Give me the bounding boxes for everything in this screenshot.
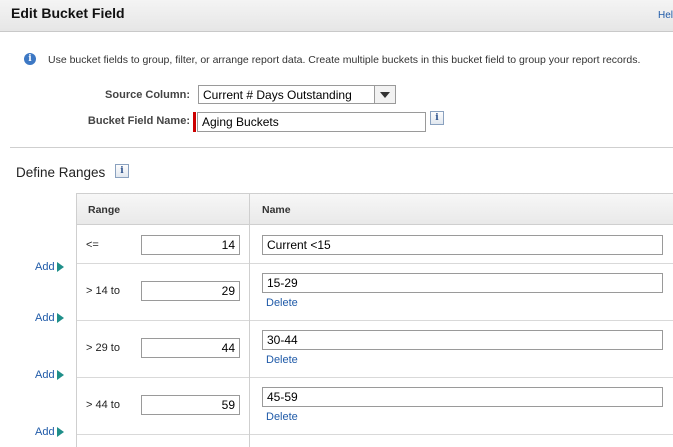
range-value-input[interactable]	[141, 395, 240, 415]
required-indicator	[193, 112, 196, 132]
chevron-down-icon[interactable]	[374, 86, 395, 103]
range-value-input[interactable]	[141, 338, 240, 358]
delete-link[interactable]: Delete	[266, 297, 298, 309]
chevron-right-icon	[57, 427, 64, 437]
info-icon[interactable]: i	[115, 164, 129, 178]
source-column-select[interactable]: Current # Days Outstanding	[198, 85, 396, 104]
range-operator: > 14 to	[86, 285, 120, 297]
add-link[interactable]: Add	[35, 312, 55, 324]
column-divider	[249, 193, 250, 447]
range-name-input[interactable]	[262, 273, 663, 293]
range-value-input[interactable]	[141, 235, 240, 255]
range-operator: > 44 to	[86, 399, 120, 411]
define-ranges-title: Define Ranges	[16, 165, 106, 180]
table-row: > 44 to Delete	[77, 378, 673, 435]
ranges-table: Range Name <= > 14 to Delete > 29 to Del…	[76, 193, 673, 447]
add-link[interactable]: Add	[35, 426, 55, 438]
source-column-value: Current # Days Outstanding	[203, 88, 352, 102]
section-divider	[10, 147, 673, 148]
range-value-input[interactable]	[141, 281, 240, 301]
bucket-field-name-label: Bucket Field Name:	[87, 115, 190, 127]
source-column-label: Source Column:	[105, 89, 190, 101]
info-icon: i	[24, 53, 36, 65]
table-row: > 29 to Delete	[77, 321, 673, 378]
delete-link[interactable]: Delete	[266, 411, 298, 423]
table-row: <=	[77, 225, 673, 264]
add-link[interactable]: Add	[35, 261, 55, 273]
info-icon[interactable]: i	[430, 111, 444, 125]
delete-link[interactable]: Delete	[266, 354, 298, 366]
table-row: > 14 to Delete	[77, 264, 673, 321]
chevron-right-icon	[57, 313, 64, 323]
range-column-header: Range	[88, 204, 121, 216]
help-link[interactable]: Hel	[658, 10, 673, 21]
chevron-right-icon	[57, 262, 64, 272]
bucket-field-name-input[interactable]	[197, 112, 426, 132]
name-column-header: Name	[262, 204, 291, 216]
range-operator: <=	[86, 239, 99, 251]
table-header: Range Name	[77, 193, 673, 225]
info-message: Use bucket fields to group, filter, or a…	[48, 54, 641, 66]
range-name-input[interactable]	[262, 387, 663, 407]
page-title: Edit Bucket Field	[11, 5, 125, 21]
chevron-right-icon	[57, 370, 64, 380]
range-operator: > 29 to	[86, 342, 120, 354]
page-header: Edit Bucket Field Hel	[0, 0, 673, 32]
add-link[interactable]: Add	[35, 369, 55, 381]
range-name-input[interactable]	[262, 330, 663, 350]
range-name-input[interactable]	[262, 235, 663, 255]
